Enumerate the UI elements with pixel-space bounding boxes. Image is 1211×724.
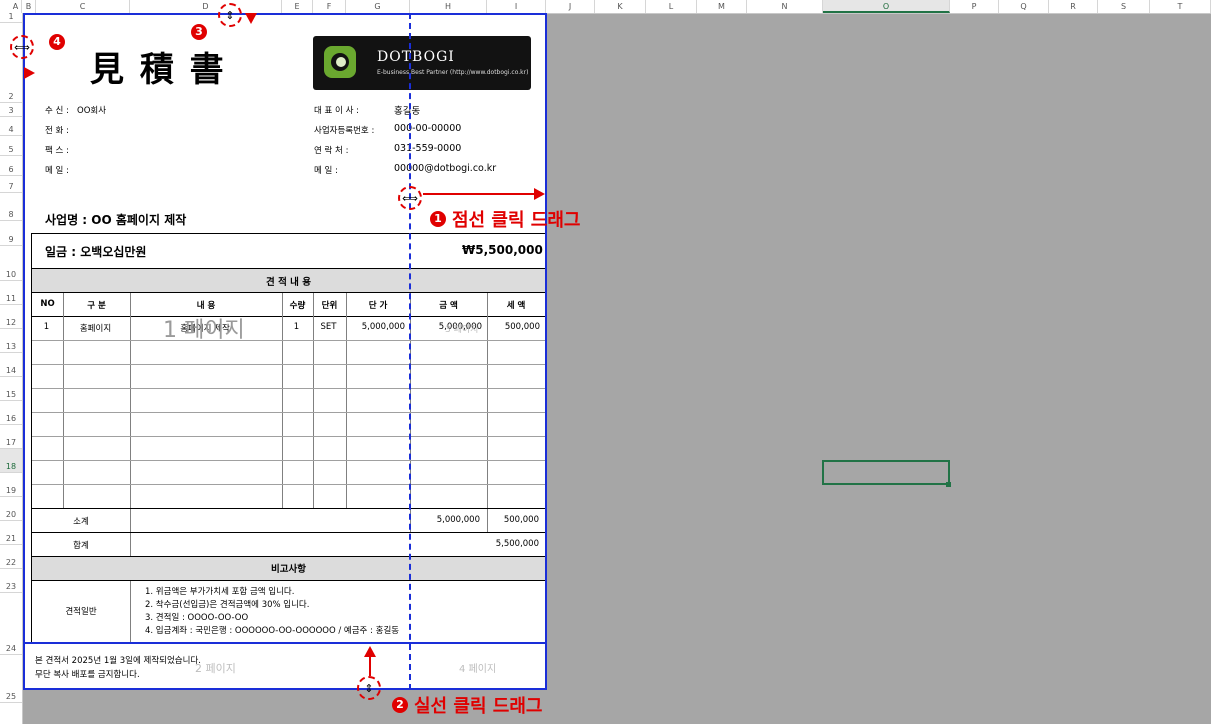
column-separator bbox=[313, 293, 314, 508]
arrow-right-line bbox=[423, 193, 536, 195]
divider bbox=[31, 580, 546, 581]
arrow-up-line bbox=[369, 657, 371, 676]
table-col-header: 구 분 bbox=[87, 301, 106, 311]
column-separator bbox=[130, 293, 131, 508]
step-4-badge: 4 bbox=[49, 34, 65, 50]
table-cell-qty: 1 bbox=[293, 322, 300, 332]
drag-cursor-vertical-top-icon: ⇕ bbox=[218, 3, 242, 27]
table-col-header: 세 액 bbox=[506, 301, 526, 311]
issuer-value: 홍길동 bbox=[394, 106, 421, 117]
table-cell-category: 홈페이지 bbox=[79, 324, 112, 334]
issuer-label: 연 락 처 : bbox=[314, 146, 349, 156]
logo-name: DOTBOGI bbox=[377, 49, 455, 65]
step-1-badge: 1 bbox=[430, 211, 446, 227]
subtotal-amount: 5,000,000 bbox=[436, 515, 480, 525]
step-2-text: 실선 클릭 드래그 bbox=[414, 696, 543, 717]
sheet-content: 見 積 書 DOTBOGI E-business Best Partner (h… bbox=[0, 0, 1211, 724]
footer-line-1: 본 견적서 2025년 1월 3일에 제작되었습니다. bbox=[35, 656, 201, 666]
total-amount: ₩5,500,000 bbox=[462, 243, 543, 257]
section-title: 견 적 내 용 bbox=[266, 277, 311, 288]
logo-mark-icon bbox=[324, 46, 356, 78]
recipient-label: 수 신 : bbox=[45, 106, 69, 116]
recipient-label: 팩 스 : bbox=[45, 146, 69, 156]
divider bbox=[31, 508, 546, 509]
issuer-value: 031-559-0000 bbox=[394, 143, 462, 154]
remarks-label: 견적일반 bbox=[65, 607, 97, 617]
table-cell-unit_price: 5,000,000 bbox=[361, 322, 405, 332]
row-separator bbox=[32, 340, 545, 341]
arrow-right-head-icon bbox=[534, 188, 545, 200]
total-label: 합계 bbox=[73, 541, 89, 551]
page-4-label: 4 페이지 bbox=[459, 664, 497, 675]
issuer-label: 대 표 이 사 : bbox=[314, 106, 359, 116]
subtotal-label: 소계 bbox=[73, 517, 89, 527]
table-col-header: NO bbox=[40, 299, 55, 309]
row-separator bbox=[32, 436, 545, 437]
column-separator bbox=[282, 293, 283, 508]
table-cell-tax: 500,000 bbox=[504, 322, 540, 332]
total-in-words: 일금 : 오백오십만원 bbox=[45, 245, 147, 259]
divider bbox=[31, 532, 546, 533]
remarks-title: 비고사항 bbox=[271, 564, 306, 575]
vertical-page-break-dashed[interactable] bbox=[409, 13, 411, 690]
table-left-border bbox=[31, 233, 32, 643]
remark-line: 2. 착수금(선입금)은 견적금액에 30% 입니다. bbox=[145, 600, 310, 610]
recipient-label: 메 일 : bbox=[45, 166, 69, 176]
row-separator bbox=[32, 460, 545, 461]
row-separator bbox=[32, 364, 545, 365]
project-name: 사업명 : OO 홈페이지 제작 bbox=[45, 213, 187, 227]
logo-tagline: E-business Best Partner (http://www.dotb… bbox=[377, 69, 529, 76]
recipient-label: 전 화 : bbox=[45, 126, 69, 136]
step-1-text: 점선 클릭 드래그 bbox=[452, 210, 581, 231]
subtotal-tax: 500,000 bbox=[503, 515, 539, 525]
drag-cursor-vertical-icon: ⇕ bbox=[357, 676, 381, 700]
column-separator bbox=[487, 293, 488, 508]
table-right-border bbox=[545, 233, 546, 643]
step-2-badge: 2 bbox=[392, 697, 408, 713]
drag-cursor-horizontal-left-icon: ⟺ bbox=[10, 35, 34, 59]
step-3-badge: 3 bbox=[191, 24, 207, 40]
column-separator bbox=[130, 580, 131, 642]
arrow-down-head-icon bbox=[245, 13, 257, 24]
table-col-header: 금 액 bbox=[439, 301, 458, 311]
dotbogi-logo: DOTBOGI E-business Best Partner (http://… bbox=[313, 36, 531, 90]
row-separator bbox=[32, 388, 545, 389]
document-title: 見 積 書 bbox=[90, 50, 226, 90]
fill-handle[interactable] bbox=[946, 482, 951, 487]
remark-line: 3. 견적일 : OOOO-OO-OO bbox=[145, 613, 249, 623]
grand-total: 5,500,000 bbox=[495, 539, 539, 549]
footer-line-2: 무단 복사 배포를 금지합니다. bbox=[35, 670, 140, 680]
recipient-value: OO회사 bbox=[77, 106, 107, 116]
page-1-label: 1 페이지 bbox=[163, 318, 245, 343]
row-separator bbox=[32, 412, 545, 413]
divider bbox=[31, 316, 546, 317]
remark-line: 4. 입금계좌 : 국민은행 : OOOOOO-OO-OOOOOO / 예금주 … bbox=[145, 626, 400, 636]
table-top-border bbox=[31, 233, 546, 234]
issuer-value: 000-00-00000 bbox=[394, 123, 462, 134]
horizontal-page-break-solid[interactable] bbox=[23, 642, 547, 644]
arrow-right-head-small-icon bbox=[24, 67, 35, 79]
table-cell-unit: SET bbox=[320, 322, 337, 332]
page-2-label: 2 페이지 bbox=[195, 662, 236, 675]
table-col-header: 내 용 bbox=[196, 301, 216, 311]
remark-line: 1. 위금액은 부가가치세 포함 금액 입니다. bbox=[145, 587, 295, 597]
arrow-up-head-icon bbox=[364, 646, 376, 657]
drag-cursor-horizontal-icon: ⟺ bbox=[398, 186, 422, 210]
page-3-label: 3 페이지 bbox=[445, 325, 479, 335]
column-separator bbox=[346, 293, 347, 508]
table-col-header: 단 가 bbox=[368, 301, 388, 311]
issuer-label: 메 일 : bbox=[314, 166, 338, 176]
row-separator bbox=[32, 484, 545, 485]
table-cell-no: 1 bbox=[43, 322, 50, 332]
table-col-header: 단위 bbox=[321, 301, 338, 311]
divider bbox=[31, 292, 546, 293]
issuer-label: 사업자등록번호 : bbox=[314, 126, 375, 136]
column-separator bbox=[63, 293, 64, 508]
table-col-header: 수량 bbox=[289, 301, 306, 311]
selected-cell-O18[interactable] bbox=[822, 460, 950, 485]
